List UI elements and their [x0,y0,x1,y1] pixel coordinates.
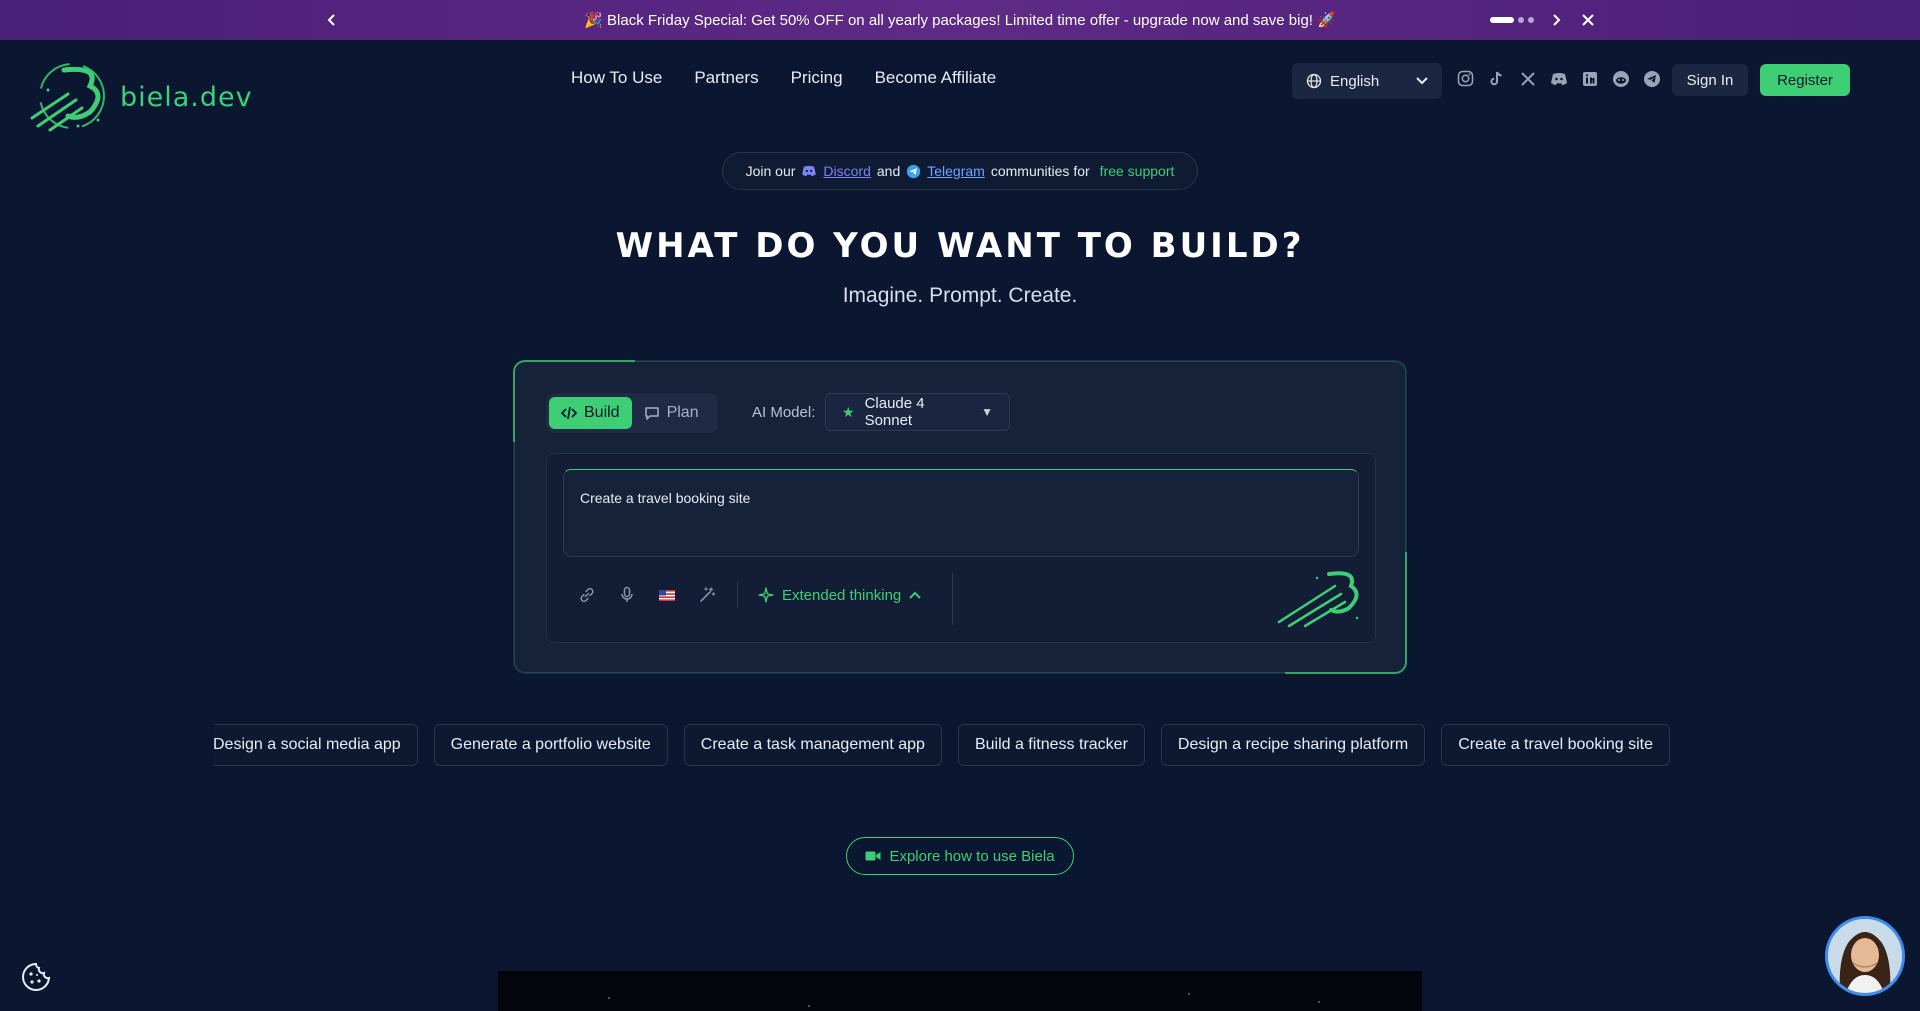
logo-mark-icon [30,63,105,132]
extended-thinking-label: Extended thinking [782,586,902,604]
caret-down-icon: ▼ [981,405,993,419]
ai-model-value: Claude 4 Sonnet [864,395,925,429]
chevron-right-icon[interactable] [1544,8,1568,32]
chat-bubble-icon [644,407,659,420]
explore-button[interactable]: Explore how to use Biela [846,837,1074,875]
tiktok-icon[interactable] [1487,69,1506,88]
ai-model-label: AI Model: [752,404,816,421]
nav-how-to-use[interactable]: How To Use [571,68,662,88]
carousel-dot[interactable] [1528,17,1534,23]
us-flag-icon[interactable] [657,585,677,605]
community-pill: Join our Discord and Telegram communitie… [722,152,1198,190]
prompt-panel: Create a travel booking site Extended th… [546,453,1376,643]
intro-video-preview[interactable] [498,971,1422,1011]
social-links [1456,69,1661,88]
discord-icon[interactable] [1549,69,1568,88]
magic-wand-icon[interactable] [697,585,717,605]
instagram-icon[interactable] [1456,69,1475,88]
suggestion-chip[interactable]: Create a task management app [683,724,942,766]
logo[interactable]: biela.dev [28,60,253,134]
language-value: English [1330,72,1380,90]
telegram-icon[interactable] [1642,69,1661,88]
language-select[interactable]: English [1292,63,1442,99]
reddit-icon[interactable] [1611,69,1630,88]
suggestion-chip[interactable]: Generate a portfolio website [433,724,668,766]
ai-model-select[interactable]: ★ Claude 4 Sonnet ▼ [825,393,1010,431]
code-icon [561,406,577,420]
main-nav: How To Use Partners Pricing Become Affil… [571,68,996,88]
site-header: biela.dev How To Use Partners Pricing Be… [0,40,1920,132]
chevron-up-icon [909,591,921,599]
build-mode-button[interactable]: Build [549,397,632,429]
mode-toggle: Build Plan [546,393,718,433]
build-mode-label: Build [584,404,620,421]
carousel-dot[interactable] [1518,17,1524,23]
suggestion-chip[interactable]: Build a fitness tracker [957,724,1145,766]
discord-icon [802,165,817,177]
telegram-link[interactable]: Telegram [927,163,985,179]
star-icon: ★ [842,403,855,420]
logo-text: biela.dev [120,81,253,113]
linkedin-icon[interactable] [1580,69,1599,88]
microphone-icon[interactable] [617,585,637,605]
hero-subtitle: Imagine. Prompt. Create. [842,284,1078,307]
discord-link[interactable]: Discord [823,163,870,179]
assistant-portrait-icon [1828,919,1902,993]
send-rocket-icon[interactable] [1277,568,1365,628]
plan-mode-label: Plan [666,404,699,421]
promo-text: 🎉 Black Friday Special: Get 50% OFF on a… [584,12,1336,29]
nav-partners[interactable]: Partners [694,68,758,88]
extended-thinking-toggle[interactable]: Extended thinking [758,587,921,604]
chevron-left-icon[interactable] [320,8,344,32]
suggestion-chip[interactable]: Design a social media app [214,724,418,766]
builder-card: Build Plan AI Model: ★ Claude 4 Sonnet ▼… [513,360,1407,674]
cookie-icon[interactable] [20,961,52,993]
promo-banner: 🎉 Black Friday Special: Get 50% OFF on a… [0,0,1920,40]
sign-in-button[interactable]: Sign In [1672,64,1748,96]
suggestion-chip[interactable]: Create a travel booking site [1441,724,1671,766]
free-support-text: free support [1099,163,1175,179]
toolbar-divider [737,582,738,608]
carousel-dots [1490,17,1534,23]
join-and: and [876,163,901,179]
globe-icon [1306,73,1322,89]
plan-mode-button[interactable]: Plan [632,397,711,429]
attach-link-icon[interactable] [577,585,597,605]
suggestion-carousel: Design a social media app Generate a por… [214,724,1704,766]
close-icon[interactable] [1576,8,1600,32]
chevron-down-icon [1416,77,1428,85]
sparkle-icon [758,587,774,603]
prompt-input[interactable]: Create a travel booking site [563,469,1359,557]
hero-title: WHAT DO YOU WANT TO BUILD? [615,226,1305,266]
explore-label: Explore how to use Biela [889,847,1055,865]
join-suffix: communities for [990,163,1090,179]
prompt-toolbar: Extended thinking [577,582,921,608]
suggestion-chip[interactable]: Design a recipe sharing platform [1160,724,1426,766]
register-button[interactable]: Register [1760,64,1850,96]
toolbar-divider [952,573,953,625]
assistant-avatar[interactable] [1825,916,1905,996]
join-prefix: Join our [745,163,796,179]
x-icon[interactable] [1518,69,1537,88]
nav-pricing[interactable]: Pricing [791,68,843,88]
carousel-dot-active[interactable] [1490,17,1514,23]
nav-become-affiliate[interactable]: Become Affiliate [875,68,997,88]
video-camera-icon [865,851,881,861]
telegram-icon [907,164,921,178]
